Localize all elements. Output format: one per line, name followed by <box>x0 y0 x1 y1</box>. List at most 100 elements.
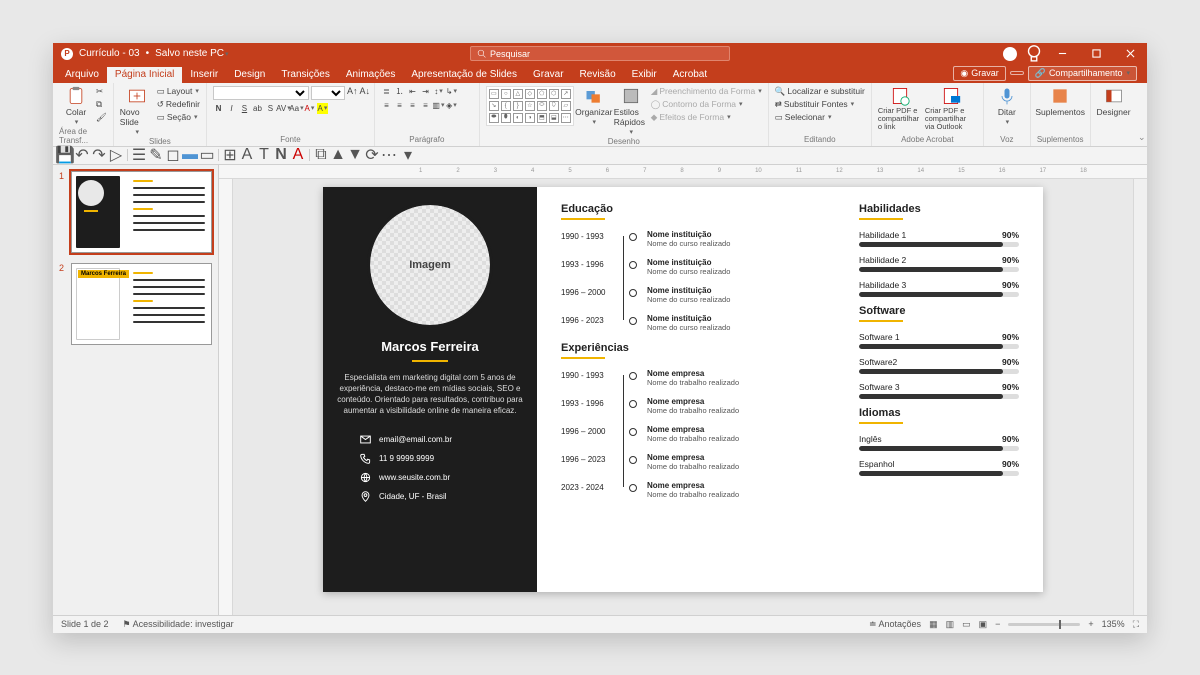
zoom-out-button[interactable]: − <box>995 619 1000 629</box>
underline-button[interactable]: S <box>239 103 250 114</box>
qat-align-icon[interactable]: ⊞ <box>224 149 236 161</box>
vertical-scrollbar[interactable] <box>1133 179 1147 615</box>
acrobat-outlook-button[interactable]: Criar PDF e compartilhar via Outlook <box>925 86 977 132</box>
contact-location[interactable]: Cidade, UF - Brasil <box>360 491 500 502</box>
skill-item[interactable]: Habilidade 290% <box>859 255 1019 272</box>
contact-email[interactable]: email@email.com.br <box>360 434 500 445</box>
bold-button[interactable]: N <box>213 103 224 114</box>
skill-item[interactable]: Software 190% <box>859 332 1019 349</box>
zoom-in-button[interactable]: + <box>1088 619 1093 629</box>
increase-font-button[interactable]: A↑ <box>347 86 358 100</box>
profile-name[interactable]: Marcos Ferreira <box>381 339 479 354</box>
photo-placeholder[interactable]: Imagem <box>370 205 490 325</box>
zoom-slider[interactable] <box>1008 623 1080 626</box>
coming-soon-icon[interactable] <box>1023 43 1045 65</box>
qat-bold-icon[interactable]: N <box>275 149 287 161</box>
accessibility-status[interactable]: ⚑ Acessibilidade: investigar <box>123 619 234 630</box>
contact-site[interactable]: www.seusite.com.br <box>360 472 500 483</box>
replace-fonts-button[interactable]: ⇄ Substituir Fontes <box>775 99 865 110</box>
qat-font-icon[interactable]: A <box>241 149 253 161</box>
share-button[interactable]: 🔗 Compartilhamento <box>1028 66 1137 81</box>
line-spacing-button[interactable]: ↕ <box>433 86 444 97</box>
slide-counter[interactable]: Slide 1 de 2 <box>61 619 109 629</box>
minimize-button[interactable] <box>1045 43 1079 65</box>
ribbon-collapse-button[interactable]: ⌄ <box>1137 83 1147 146</box>
qat-group-icon[interactable]: ⧉ <box>315 149 327 161</box>
qat-rotate-icon[interactable]: ⟳ <box>366 149 378 161</box>
increase-indent-button[interactable]: ⇥ <box>420 86 431 97</box>
timeline-item[interactable]: 1990 - 1993Nome empresaNome do trabalho … <box>561 369 831 387</box>
change-case-button[interactable]: Aa <box>291 103 302 114</box>
qat-outline-icon[interactable]: ▭ <box>201 149 213 161</box>
qat-touch-icon[interactable]: ☰ <box>133 149 145 161</box>
save-state[interactable]: Salvo neste PC <box>155 48 228 59</box>
skill-item[interactable]: Software 390% <box>859 382 1019 399</box>
menu-tab-exibir[interactable]: Exibir <box>624 67 665 83</box>
notes-button[interactable]: ≐ Anotações <box>869 619 921 630</box>
contact-phone[interactable]: 11 9 9999.9999 <box>360 453 500 464</box>
timeline-item[interactable]: 1996 – 2000Nome instituiçãoNome do curso… <box>561 286 831 304</box>
qat-redo-icon[interactable]: ↷ <box>93 149 105 161</box>
qat-text-icon[interactable]: T <box>258 149 270 161</box>
shape-fill-button[interactable]: ◢ Preenchimento da Forma <box>651 86 762 97</box>
qat-color-icon[interactable]: A <box>292 149 304 161</box>
menu-tab-inserir[interactable]: Inserir <box>182 67 226 83</box>
slide-thumbnail-2[interactable]: Marcos Ferreira <box>71 263 212 345</box>
shape-effects-button[interactable]: ◆ Efeitos de Forma <box>651 112 762 123</box>
char-spacing-button[interactable]: AV <box>278 103 289 114</box>
timeline-item[interactable]: 1993 - 1996Nome instituiçãoNome do curso… <box>561 258 831 276</box>
section-title-experience[interactable]: Experiências <box>561 342 831 354</box>
menu-tab-transições[interactable]: Transições <box>273 67 338 83</box>
menu-tab-arquivo[interactable]: Arquivo <box>57 67 107 83</box>
zoom-level[interactable]: 135% <box>1102 619 1125 629</box>
timeline-item[interactable]: 1996 – 2000Nome empresaNome do trabalho … <box>561 425 831 443</box>
menu-tab-apresentação-de-slides[interactable]: Apresentação de Slides <box>403 67 525 83</box>
addins-button[interactable]: Suplementos <box>1043 86 1077 117</box>
search-box[interactable]: Pesquisar <box>470 46 730 61</box>
section-title-skills[interactable]: Habilidades <box>859 203 1019 215</box>
smartart-button[interactable]: ◈ <box>446 100 457 111</box>
shadow-button[interactable]: S <box>265 103 276 114</box>
section-title-software[interactable]: Software <box>859 305 1019 317</box>
reset-button[interactable]: ↺ Redefinir <box>157 99 200 110</box>
arrange-button[interactable]: Organizar <box>577 86 611 126</box>
timeline-item[interactable]: 1996 - 2023Nome instituiçãoNome do curso… <box>561 314 831 332</box>
menu-tab-acrobat[interactable]: Acrobat <box>665 67 715 83</box>
align-left-button[interactable]: ≡ <box>381 100 392 111</box>
skill-item[interactable]: Espanhol90% <box>859 459 1019 476</box>
menu-tab-revisão[interactable]: Revisão <box>572 67 624 83</box>
qat-save-icon[interactable]: 💾 <box>59 149 71 161</box>
italic-button[interactable]: I <box>226 103 237 114</box>
paste-button[interactable]: Colar <box>59 86 93 126</box>
close-button[interactable] <box>1113 43 1147 65</box>
decrease-font-button[interactable]: A↓ <box>359 86 370 100</box>
columns-button[interactable]: ▥ <box>433 100 444 111</box>
timeline-item[interactable]: 2023 - 2024Nome empresaNome do trabalho … <box>561 481 831 499</box>
skill-item[interactable]: Habilidade 390% <box>859 280 1019 297</box>
shape-gallery[interactable]: ▭○△◇⬠⬡↗ ↘{}☆⬭⬯▱ ⬬⬮◐◑⬒⬓⋯ <box>486 86 574 126</box>
skill-item[interactable]: Inglês90% <box>859 434 1019 451</box>
font-family-select[interactable] <box>213 86 309 100</box>
text-direction-button[interactable]: ↳ <box>446 86 457 97</box>
qat-bring-icon[interactable]: ▲ <box>332 149 344 161</box>
section-title-languages[interactable]: Idiomas <box>859 407 1019 419</box>
fit-window-button[interactable]: ⛶ <box>1133 619 1139 630</box>
menu-tab-gravar[interactable]: Gravar <box>525 67 572 83</box>
quick-styles-button[interactable]: Estilos Rápidos <box>614 86 648 136</box>
menu-tab-página-inicial[interactable]: Página Inicial <box>107 67 182 83</box>
menu-tab-animações[interactable]: Animações <box>338 67 403 83</box>
qat-send-icon[interactable]: ▼ <box>349 149 361 161</box>
qat-ink-icon[interactable]: ✎ <box>150 149 162 161</box>
profile-bio[interactable]: Especialista em marketing digital com 5 … <box>337 372 523 417</box>
maximize-button[interactable] <box>1079 43 1113 65</box>
slide-thumbnails-panel[interactable]: 1 2 Marcos Ferreira <box>53 165 219 615</box>
user-avatar[interactable] <box>1003 47 1017 61</box>
find-button[interactable]: 🔍 Localizar e substituir <box>775 86 865 97</box>
font-color-button[interactable]: A <box>304 103 315 114</box>
numbering-button[interactable]: ⒈ <box>394 86 405 97</box>
slide-canvas[interactable]: Imagem Marcos Ferreira Especialista em m… <box>323 187 1043 592</box>
view-reading-icon[interactable]: ▭ <box>962 619 971 630</box>
timeline-item[interactable]: 1993 - 1996Nome empresaNome do trabalho … <box>561 397 831 415</box>
record-button[interactable]: ◉ Gravar <box>953 66 1005 81</box>
qat-customize-icon[interactable]: ▾ <box>402 149 414 161</box>
